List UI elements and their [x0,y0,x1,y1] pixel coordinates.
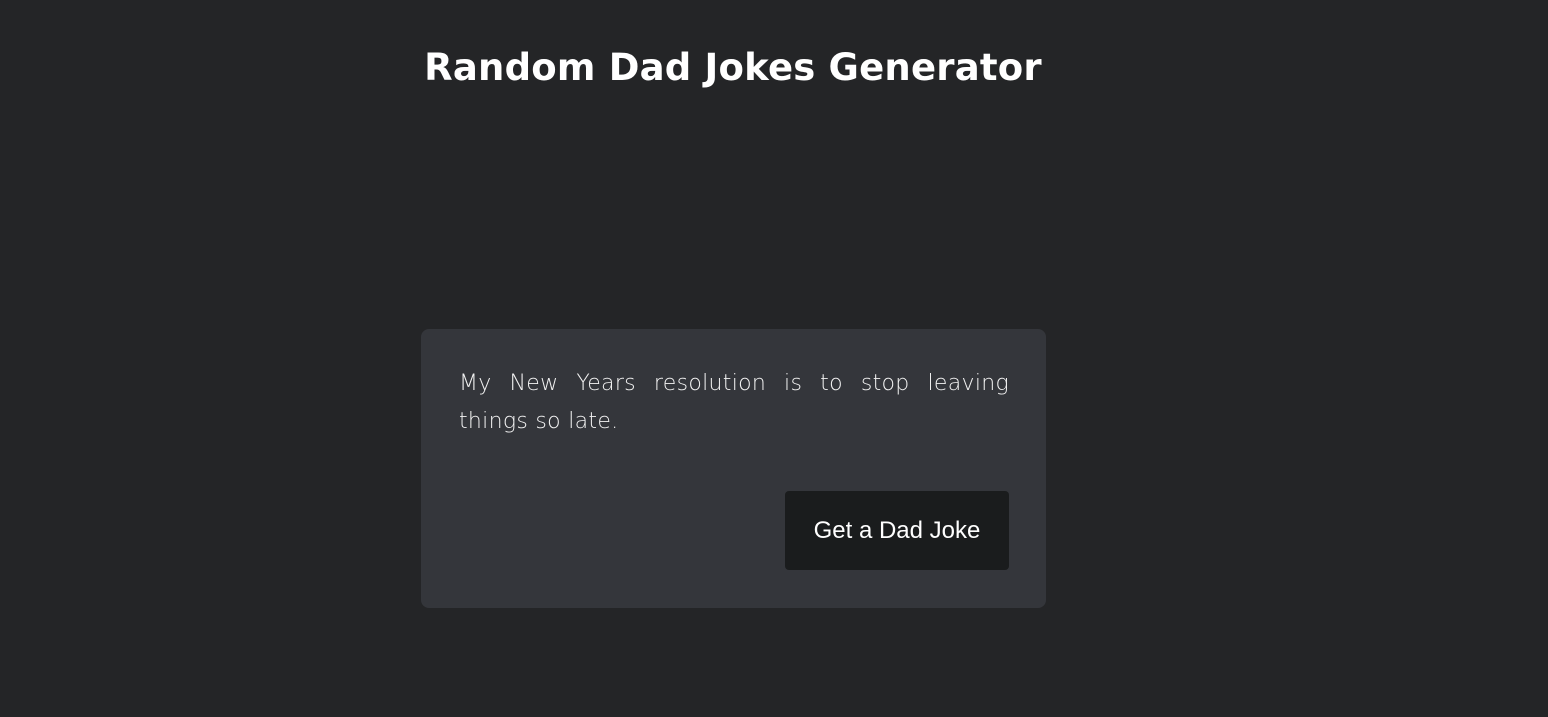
page-title: Random Dad Jokes Generator [424,46,1042,89]
get-joke-button[interactable]: Get a Dad Joke [785,491,1009,570]
joke-card: My New Years resolution is to stop leavi… [421,329,1046,608]
joke-text: My New Years resolution is to stop leavi… [459,371,1009,434]
